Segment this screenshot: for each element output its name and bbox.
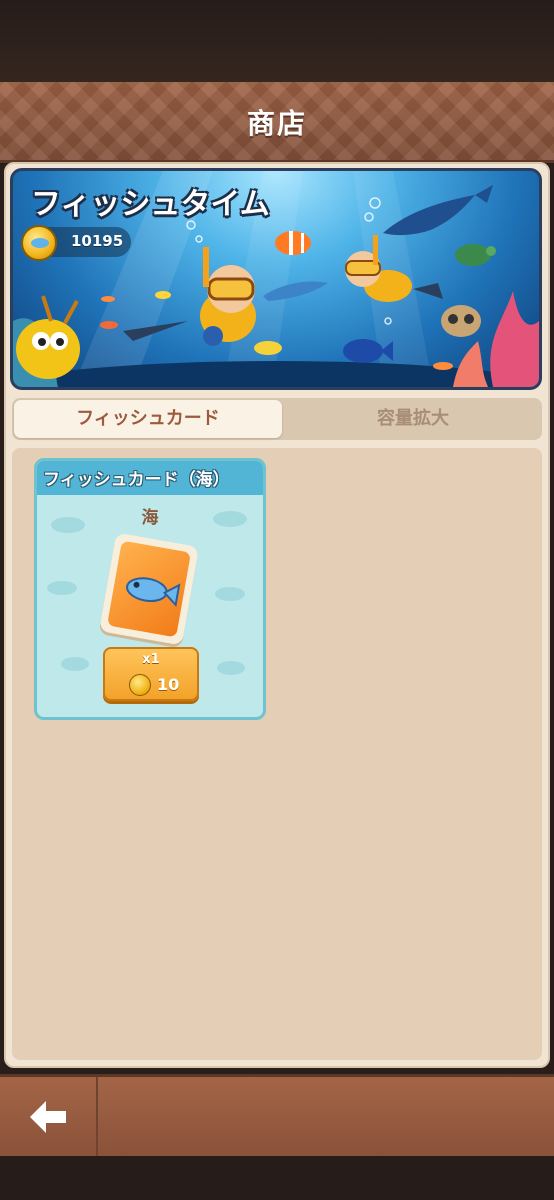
fish-card-icon [98,532,200,646]
system-nav-bar [0,1156,554,1200]
shop-tabs: フィッシュカード 容量拡大 [12,398,542,440]
buy-price: 10 [157,675,180,694]
coin-balance: 10195 [71,232,124,250]
product-card-fish-card-sea[interactable]: フィッシュカード（海） 海 x1 10 [34,458,266,720]
tab-fish-card[interactable]: フィッシュカード [14,400,282,438]
header-bar: 商店 [0,82,554,163]
buy-quantity: x1 [142,652,160,667]
fish-coin-icon [21,225,57,261]
footer-bar [0,1074,554,1156]
banner-title: フィッシュタイム [31,187,270,222]
back-arrow-icon [30,1101,66,1133]
fish-coin-icon [129,674,151,696]
status-bar [0,0,554,82]
product-card-header: フィッシュカード（海） [37,461,263,495]
event-banner: フィッシュタイム 10195 [10,168,542,390]
product-title: フィッシュカード（海） [43,470,230,490]
tab-capacity-expansion[interactable]: 容量拡大 [284,398,542,440]
back-button[interactable] [0,1077,98,1156]
product-subtitle: 海 [141,508,159,528]
page-title: 商店 [246,107,307,140]
buy-button[interactable]: x1 10 [103,647,199,701]
